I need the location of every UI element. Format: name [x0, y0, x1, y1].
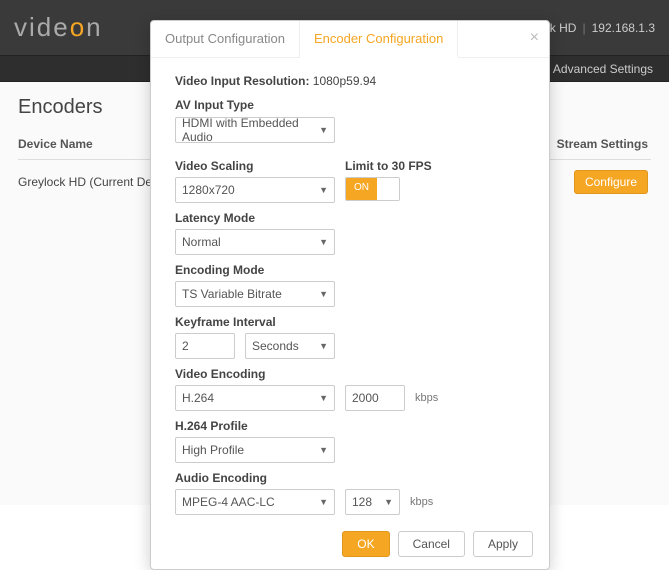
- chevron-down-icon: ▼: [319, 185, 328, 195]
- chevron-down-icon: ▼: [319, 393, 328, 403]
- chevron-down-icon: ▼: [319, 445, 328, 455]
- av-input-type-select[interactable]: HDMI with Embedded Audio ▼: [175, 117, 335, 143]
- audio-encoding-value: MPEG-4 AAC-LC: [182, 495, 275, 509]
- tab-encoder-configuration[interactable]: Encoder Configuration: [300, 21, 458, 58]
- keyframe-unit-value: Seconds: [252, 339, 299, 353]
- cancel-button[interactable]: Cancel: [398, 531, 465, 557]
- toggle-off-side: [377, 178, 399, 200]
- keyframe-unit-select[interactable]: Seconds ▼: [245, 333, 335, 359]
- chevron-down-icon: ▼: [384, 497, 393, 507]
- chevron-down-icon: ▼: [319, 289, 328, 299]
- video-scaling-select[interactable]: 1280x720 ▼: [175, 177, 335, 203]
- close-icon[interactable]: ×: [530, 29, 539, 47]
- input-resolution-line: Video Input Resolution: 1080p59.94: [175, 74, 525, 88]
- apply-button[interactable]: Apply: [473, 531, 533, 557]
- dialog-tabs: Output Configuration Encoder Configurati…: [151, 21, 549, 58]
- limit-30fps-toggle[interactable]: ON: [345, 177, 400, 201]
- video-encoding-label: Video Encoding: [175, 367, 525, 381]
- audio-encoding-label: Audio Encoding: [175, 471, 525, 485]
- audio-bitrate-select[interactable]: 128 ▼: [345, 489, 400, 515]
- video-scaling-label: Video Scaling: [175, 159, 335, 173]
- video-bitrate-unit: kbps: [415, 392, 438, 404]
- dialog-body: Video Input Resolution: 1080p59.94 AV In…: [151, 58, 549, 521]
- audio-bitrate-unit: kbps: [410, 496, 433, 508]
- chevron-down-icon: ▼: [319, 237, 328, 247]
- h264-profile-select[interactable]: High Profile ▼: [175, 437, 335, 463]
- encoding-mode-value: TS Variable Bitrate: [182, 287, 282, 301]
- input-resolution-label: Video Input Resolution:: [175, 74, 309, 88]
- av-input-type-value: HDMI with Embedded Audio: [182, 116, 328, 144]
- dialog-footer: OK Cancel Apply: [151, 521, 549, 557]
- encoder-config-dialog: Output Configuration Encoder Configurati…: [150, 20, 550, 570]
- latency-mode-select[interactable]: Normal ▼: [175, 229, 335, 255]
- h264-profile-label: H.264 Profile: [175, 419, 525, 433]
- keyframe-interval-label: Keyframe Interval: [175, 315, 525, 329]
- video-bitrate-input[interactable]: [345, 385, 405, 411]
- latency-mode-value: Normal: [182, 235, 221, 249]
- limit-30fps-label: Limit to 30 FPS: [345, 159, 525, 173]
- encoding-mode-select[interactable]: TS Variable Bitrate ▼: [175, 281, 335, 307]
- latency-mode-label: Latency Mode: [175, 211, 525, 225]
- chevron-down-icon: ▼: [319, 497, 328, 507]
- keyframe-interval-input[interactable]: [175, 333, 235, 359]
- toggle-on-label: ON: [346, 178, 377, 200]
- audio-bitrate-value: 128: [352, 495, 372, 509]
- audio-encoding-select[interactable]: MPEG-4 AAC-LC ▼: [175, 489, 335, 515]
- h264-profile-value: High Profile: [182, 443, 244, 457]
- video-encoding-select[interactable]: H.264 ▼: [175, 385, 335, 411]
- modal-backdrop: Output Configuration Encoder Configurati…: [0, 0, 669, 505]
- tab-output-configuration[interactable]: Output Configuration: [151, 21, 300, 57]
- input-resolution-value: 1080p59.94: [313, 74, 376, 88]
- av-input-type-label: AV Input Type: [175, 98, 525, 112]
- video-scaling-value: 1280x720: [182, 183, 235, 197]
- video-encoding-value: H.264: [182, 391, 214, 405]
- encoding-mode-label: Encoding Mode: [175, 263, 525, 277]
- chevron-down-icon: ▼: [319, 341, 328, 351]
- chevron-down-icon: ▼: [319, 125, 328, 135]
- ok-button[interactable]: OK: [342, 531, 389, 557]
